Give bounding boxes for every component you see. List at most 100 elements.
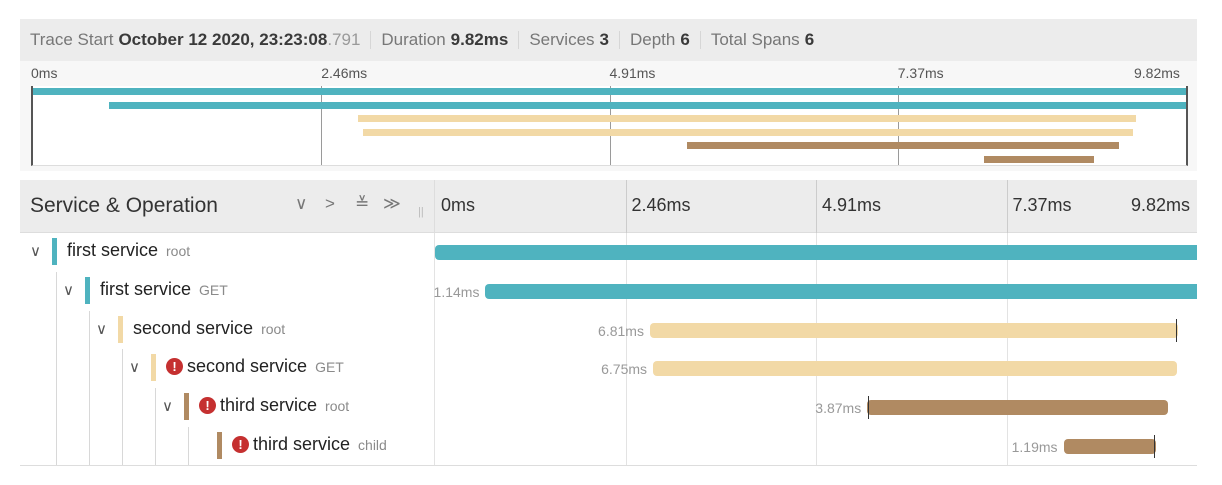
spans-value: 6 <box>804 30 815 49</box>
span-bar[interactable] <box>435 245 1197 260</box>
minimap-span-bar <box>686 142 1120 149</box>
minimap-tick-label: 7.37ms <box>897 65 944 81</box>
trace-services: Services 3 <box>519 30 619 50</box>
service-color-marker <box>118 315 123 343</box>
minimap-span-bar <box>33 88 1186 95</box>
service-color-marker <box>217 432 222 459</box>
indent-guide <box>56 388 57 428</box>
span-duration-label: 3.87ms <box>815 400 862 417</box>
service-color-marker <box>52 238 57 265</box>
service-color-marker <box>184 393 189 421</box>
span-row[interactable]: ∨ first service root <box>20 233 1197 272</box>
indent-guide <box>89 427 90 466</box>
column-resize-handle-icon[interactable]: || <box>418 206 424 218</box>
service-name: third service <box>253 434 351 454</box>
timeline-tick-label: 0ms <box>441 195 476 215</box>
span-row[interactable]: ∨ first service GET 1.14ms <box>20 271 1197 311</box>
chevron-down-icon[interactable]: ∨ <box>96 320 107 338</box>
collapse-one-level-button[interactable]: ∨ <box>295 194 307 214</box>
expand-all-button[interactable]: ≫ <box>383 194 401 214</box>
timeline-tick-label: 9.82ms <box>1131 195 1191 215</box>
service-name: first service <box>67 240 159 260</box>
span-end-marker <box>1153 435 1155 458</box>
span-bar[interactable] <box>485 283 1197 299</box>
minimap-tick-label: 2.46ms <box>321 65 368 81</box>
spans-label: Total Spans <box>710 30 800 49</box>
indent-guide <box>89 388 90 428</box>
error-icon: ! <box>166 358 183 376</box>
timeline-tick-label: 7.37ms <box>1012 195 1072 215</box>
span-row[interactable]: ∨! third service root 3.87ms <box>20 388 1197 428</box>
span-service-name[interactable]: third service root <box>220 395 349 416</box>
service-color-marker <box>151 354 156 382</box>
indent-guide <box>155 388 156 428</box>
indent-guide <box>56 271 57 311</box>
minimap-tick-line <box>321 86 323 165</box>
span-service-name[interactable]: second service root <box>133 318 285 339</box>
indent-guide <box>56 427 57 466</box>
span-service-name[interactable]: third service child <box>253 434 387 455</box>
operation-name: GET <box>315 359 344 376</box>
span-duration-label: 6.75ms <box>601 361 648 378</box>
indent-guide <box>89 310 90 350</box>
indent-guide <box>56 310 57 350</box>
trace-minimap[interactable]: 0ms 2.46ms 4.91ms 7.37ms 9.82ms <box>20 61 1197 171</box>
span-row[interactable]: ! third service child 1.19ms <box>20 427 1197 466</box>
chevron-down-icon[interactable]: ∨ <box>129 358 140 376</box>
trace-start-value: October 12 2020, 23:23:08 <box>118 30 328 49</box>
duration-label: Duration <box>381 30 446 49</box>
service-name: second service <box>133 317 254 338</box>
error-icon: ! <box>232 436 249 453</box>
indent-guide <box>122 427 123 466</box>
span-service-name[interactable]: first service GET <box>100 279 228 300</box>
timeline-tick-line <box>625 180 627 233</box>
chevron-down-icon[interactable]: ∨ <box>30 242 41 260</box>
column-divider[interactable] <box>434 180 435 232</box>
depth-label: Depth <box>630 30 676 49</box>
chevron-down-icon[interactable]: ∨ <box>162 397 173 415</box>
span-bar[interactable] <box>653 361 1177 377</box>
indent-guide <box>122 388 123 428</box>
collapse-all-button[interactable]: ≚ <box>355 194 369 214</box>
minimap-tick-label: 4.91ms <box>609 65 656 81</box>
service-name: third service <box>220 395 318 416</box>
timeline-tick-label: 4.91ms <box>822 195 882 215</box>
timeline-tick-label: 2.46ms <box>631 195 691 215</box>
span-duration-label: 6.81ms <box>598 322 644 339</box>
services-label: Services <box>529 30 595 49</box>
span-rows: ∨ first service root ∨ first service GET 1.14m… <box>20 233 1197 466</box>
span-bar[interactable] <box>867 400 1168 416</box>
operation-name: root <box>261 320 286 337</box>
service-name: second service <box>187 356 308 377</box>
operation-name: GET <box>199 281 228 298</box>
trace-header: Trace Start October 12 2020, 23:23:08.79… <box>20 19 1197 61</box>
depth-value: 6 <box>680 30 690 49</box>
span-service-name[interactable]: first service root <box>67 240 190 261</box>
duration-value: 9.82ms <box>450 30 509 49</box>
span-bar[interactable] <box>1063 439 1156 454</box>
trace-start: Trace Start October 12 2020, 23:23:08.79… <box>20 30 370 50</box>
span-row[interactable]: ∨ second service root 6.81ms <box>20 310 1197 350</box>
minimap-canvas[interactable] <box>31 86 1188 166</box>
expand-one-level-button[interactable]: > <box>325 194 335 214</box>
trace-start-ms: .791 <box>327 30 361 49</box>
span-duration-label: 1.14ms <box>433 283 480 300</box>
minimap-tick-line <box>897 86 899 165</box>
span-row[interactable]: ∨! second service GET 6.75ms <box>20 349 1197 389</box>
chevron-down-icon[interactable]: ∨ <box>63 281 74 299</box>
trace-start-label: Trace Start <box>30 30 114 49</box>
minimap-tick-label: 9.82ms <box>1134 65 1180 81</box>
error-icon: ! <box>199 397 216 415</box>
minimap-tick-line <box>609 86 611 165</box>
service-operation-title: Service & Operation <box>30 194 218 217</box>
services-value: 3 <box>599 30 609 49</box>
indent-guide <box>155 427 156 466</box>
indent-guide <box>89 349 90 389</box>
minimap-span-bar <box>358 115 1136 122</box>
span-service-name[interactable]: second service GET <box>187 356 344 377</box>
span-bar[interactable] <box>649 322 1179 338</box>
operation-name: child <box>358 437 387 453</box>
operation-name: root <box>166 243 191 259</box>
timeline-tick-line <box>1006 180 1008 233</box>
span-duration-label: 1.19ms <box>1011 439 1058 455</box>
